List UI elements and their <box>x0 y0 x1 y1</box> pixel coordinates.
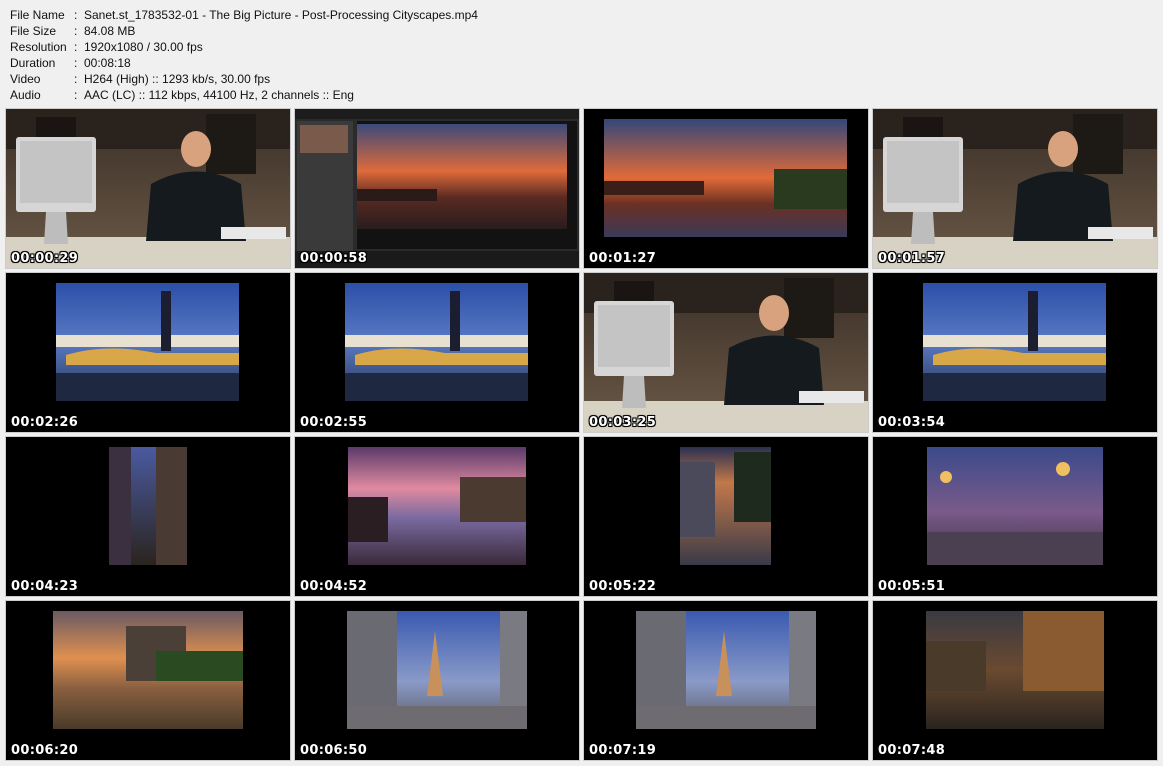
video-thumbnail: 00:04:23 <box>5 436 291 597</box>
thumbnail-image <box>6 109 290 268</box>
video-thumbnail: 00:03:25 <box>583 272 869 433</box>
thumbnail-image <box>6 437 290 596</box>
timestamp-label: 00:00:58 <box>300 251 368 266</box>
info-value: 84.08 MB <box>84 24 136 38</box>
video-thumbnail: 00:01:27 <box>583 108 869 269</box>
info-value: H264 (High) :: 1293 kb/s, 30.00 fps <box>84 72 271 86</box>
thumbnail-image <box>873 109 1157 268</box>
video-thumbnail: 00:07:19 <box>583 600 869 761</box>
video-thumbnail: 00:06:50 <box>294 600 580 761</box>
timestamp-label: 00:02:26 <box>11 415 79 430</box>
timestamp-label: 00:07:48 <box>878 743 946 758</box>
video-thumbnail: 00:05:22 <box>583 436 869 597</box>
info-row-video: Video : H264 (High) :: 1293 kb/s, 30.00 … <box>10 71 478 87</box>
info-key: File Size <box>10 24 57 38</box>
timestamp-label: 00:03:54 <box>878 415 946 430</box>
info-key: Duration <box>10 56 56 70</box>
timestamp-label: 00:00:29 <box>11 251 79 266</box>
info-key: File Name <box>10 8 65 22</box>
thumbnail-image <box>295 437 579 596</box>
video-thumbnail: 00:07:48 <box>872 600 1158 761</box>
info-separator: : <box>74 24 78 38</box>
file-info-panel: File Name : Sanet.st_1783532-01 - The Bi… <box>10 7 478 103</box>
thumbnail-image <box>584 109 868 268</box>
timestamp-label: 00:05:22 <box>589 579 657 594</box>
timestamp-label: 00:04:23 <box>11 579 79 594</box>
info-key: Video <box>10 72 41 86</box>
thumbnail-image <box>584 601 868 760</box>
info-row-file-size: File Size : 84.08 MB <box>10 23 478 39</box>
video-thumbnail: 00:00:58 <box>294 108 580 269</box>
info-value: 00:08:18 <box>84 56 131 70</box>
info-separator: : <box>74 8 78 22</box>
timestamp-label: 00:01:57 <box>878 251 946 266</box>
thumbnail-image <box>295 273 579 432</box>
info-key: Resolution <box>10 40 67 54</box>
info-value: Sanet.st_1783532-01 - The Big Picture - … <box>84 8 478 22</box>
info-row-file-name: File Name : Sanet.st_1783532-01 - The Bi… <box>10 7 478 23</box>
thumbnail-image <box>873 273 1157 432</box>
info-separator: : <box>74 72 78 86</box>
thumbnail-image <box>873 437 1157 596</box>
thumbnail-grid: 00:00:29 00:00:58 00:01:27 00:01:57 00:0… <box>5 108 1158 761</box>
info-value: AAC (LC) :: 112 kbps, 44100 Hz, 2 channe… <box>84 88 354 102</box>
video-thumbnail: 00:01:57 <box>872 108 1158 269</box>
video-thumbnail: 00:02:26 <box>5 272 291 433</box>
timestamp-label: 00:03:25 <box>589 415 657 430</box>
video-thumbnail: 00:04:52 <box>294 436 580 597</box>
thumbnail-image <box>873 601 1157 760</box>
thumbnail-image <box>6 601 290 760</box>
video-thumbnail: 00:06:20 <box>5 600 291 761</box>
timestamp-label: 00:06:50 <box>300 743 368 758</box>
timestamp-label: 00:06:20 <box>11 743 79 758</box>
video-thumbnail: 00:05:51 <box>872 436 1158 597</box>
info-separator: : <box>74 40 78 54</box>
thumbnail-image <box>6 273 290 432</box>
thumbnail-image <box>584 437 868 596</box>
timestamp-label: 00:04:52 <box>300 579 368 594</box>
video-thumbnail: 00:02:55 <box>294 272 580 433</box>
video-thumbnail: 00:00:29 <box>5 108 291 269</box>
info-value: 1920x1080 / 30.00 fps <box>84 40 203 54</box>
info-row-resolution: Resolution : 1920x1080 / 30.00 fps <box>10 39 478 55</box>
video-thumbnail: 00:03:54 <box>872 272 1158 433</box>
timestamp-label: 00:01:27 <box>589 251 657 266</box>
info-row-audio: Audio : AAC (LC) :: 112 kbps, 44100 Hz, … <box>10 87 478 103</box>
timestamp-label: 00:05:51 <box>878 579 946 594</box>
info-separator: : <box>74 56 78 70</box>
thumbnail-image <box>584 273 868 432</box>
info-key: Audio <box>10 88 41 102</box>
info-row-duration: Duration : 00:08:18 <box>10 55 478 71</box>
timestamp-label: 00:07:19 <box>589 743 657 758</box>
thumbnail-image <box>295 109 579 268</box>
timestamp-label: 00:02:55 <box>300 415 368 430</box>
thumbnail-image <box>295 601 579 760</box>
info-separator: : <box>74 88 78 102</box>
